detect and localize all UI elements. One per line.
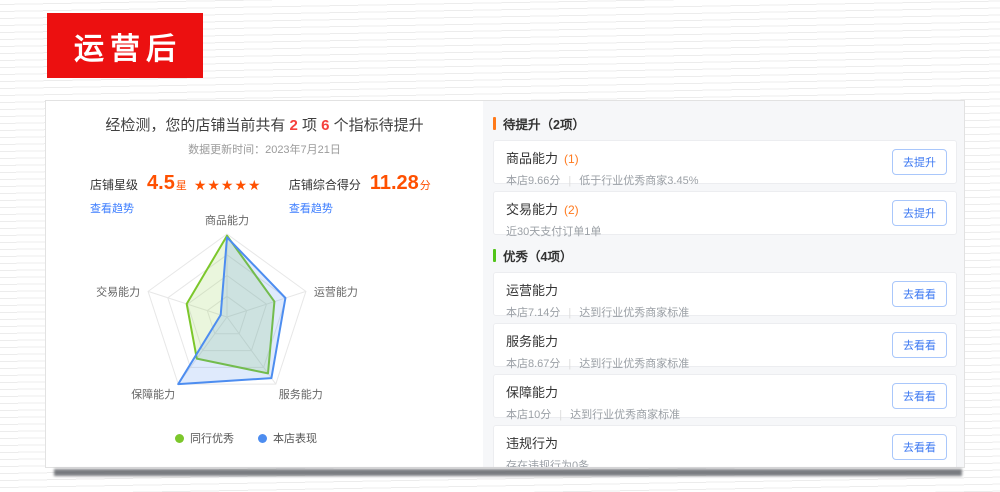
radar-axis-label: 服务能力 <box>279 387 323 401</box>
summary-text: 个指标待提升 <box>330 117 424 134</box>
indicator-name: 运营能力 <box>506 280 944 299</box>
indicator-name: 服务能力 <box>506 331 944 350</box>
indicator-action-button[interactable]: 去看看 <box>892 332 947 358</box>
radar-axis-label: 商品能力 <box>205 213 249 227</box>
legend-label: 同行优秀 <box>190 430 234 446</box>
star-icons: ★★★★★ <box>194 176 272 194</box>
summary-text: 项 <box>298 117 321 134</box>
indicator-list-section: 待提升（2项）商品能力(1)本店9.66分|低于行业优秀商家3.45%去提升交易… <box>483 101 964 467</box>
section-title: 待提升（2项） <box>503 114 585 133</box>
description-divider: | <box>559 409 562 421</box>
indicator-score-text: 存在违规行为0条 <box>506 460 589 467</box>
indicator-score-text: 近30天支付订单1单 <box>506 226 601 238</box>
indicator-action-button[interactable]: 去提升 <box>892 149 947 175</box>
star-rating-unit: 星 <box>176 177 187 193</box>
overview-section: 经检测，您的店铺当前共有 2 项 6 个指标待提升 数据更新时间：2023年7月… <box>46 101 483 467</box>
radar-axis-label: 交易能力 <box>96 284 140 298</box>
section-header: 待提升（2项） <box>493 114 957 133</box>
section-accent-bar <box>493 117 496 130</box>
stage-label-badge: 运营后 <box>47 13 203 78</box>
indicator-score-text: 本店8.67分 <box>506 358 560 370</box>
indicator-description: 本店10分 | 达到行业优秀商家标准 <box>506 406 944 422</box>
legend-label: 本店表现 <box>273 430 317 446</box>
composite-score-unit: 分 <box>420 177 431 193</box>
section-accent-bar <box>493 249 496 262</box>
indicator-benchmark-text: 达到行业优秀商家标准 <box>579 358 689 370</box>
indicator-action-button[interactable]: 去提升 <box>892 200 947 226</box>
indicator-description: 存在违规行为0条 <box>506 457 944 467</box>
indicator-card: 保障能力本店10分 | 达到行业优秀商家标准 去看看 <box>493 374 957 418</box>
description-divider: | <box>568 307 571 319</box>
indicator-benchmark-text: 达到行业优秀商家标准 <box>579 307 689 319</box>
legend-item[interactable]: 本店表现 <box>258 430 317 446</box>
indicator-action-button[interactable]: 去看看 <box>892 434 947 460</box>
indicator-card: 运营能力本店7.14分 | 达到行业优秀商家标准 去看看 <box>493 272 957 316</box>
indicator-score-text: 本店9.66分 <box>506 175 560 187</box>
indicator-score-text: 本店10分 <box>506 409 551 421</box>
radar-chart: 商品能力运营能力服务能力 保障能力 交易能力 <box>46 204 483 430</box>
indicator-score-text: 本店7.14分 <box>506 307 560 319</box>
chart-legend: 同行优秀 本店表现 <box>175 430 317 446</box>
indicator-card: 交易能力(2) 近30天支付订单1单 去提升 <box>493 191 957 235</box>
indicator-name: 违规行为 <box>506 433 944 452</box>
indicator-description: 本店7.14分 | 达到行业优秀商家标准 <box>506 304 944 320</box>
indicator-benchmark-text: 达到行业优秀商家标准 <box>570 409 680 421</box>
indicator-name: 保障能力 <box>506 382 944 401</box>
indicator-card: 违规行为存在违规行为0条 去看看 <box>493 425 957 467</box>
summary-count-highlight: 6 <box>321 117 329 134</box>
summary-text: 经检测，您的店铺当前共有 <box>105 117 289 134</box>
star-rating-label: 店铺星级 <box>90 176 138 193</box>
indicator-benchmark-text: 低于行业优秀商家3.45% <box>579 175 698 187</box>
store-health-panel: 经检测，您的店铺当前共有 2 项 6 个指标待提升 数据更新时间：2023年7月… <box>45 100 965 468</box>
section-title: 优秀（4项） <box>503 246 572 265</box>
indicator-card: 服务能力本店8.67分 | 达到行业优秀商家标准 去看看 <box>493 323 957 367</box>
indicator-card: 商品能力(1) 本店9.66分 | 低于行业优秀商家3.45% 去提升 <box>493 140 957 184</box>
indicator-description: 本店9.66分 | 低于行业优秀商家3.45% <box>506 172 944 188</box>
radar-axis-label: 保障能力 <box>131 387 175 401</box>
indicator-count: (1) <box>564 152 579 166</box>
indicator-description: 近30天支付订单1单 <box>506 223 944 239</box>
indicator-action-button[interactable]: 去看看 <box>892 281 947 307</box>
section-header: 优秀（4项） <box>493 246 957 265</box>
legend-dot-icon <box>258 434 267 443</box>
legend-item[interactable]: 同行优秀 <box>175 430 234 446</box>
indicator-name: 商品能力(1) <box>506 148 944 167</box>
description-divider: | <box>568 358 571 370</box>
indicator-count: (2) <box>564 203 579 217</box>
star-rating-value: 4.5 <box>147 172 175 195</box>
summary-title: 经检测，您的店铺当前共有 2 项 6 个指标待提升 <box>46 114 483 135</box>
radar-axis-label: 运营能力 <box>314 284 358 298</box>
composite-score-value: 11.28 <box>370 172 419 195</box>
summary-count-highlight: 2 <box>289 117 297 134</box>
legend-dot-icon <box>175 434 184 443</box>
indicator-name: 交易能力(2) <box>506 199 944 218</box>
indicator-description: 本店8.67分 | 达到行业优秀商家标准 <box>506 355 944 371</box>
description-divider: | <box>568 175 571 187</box>
data-update-time: 数据更新时间：2023年7月21日 <box>46 141 483 157</box>
composite-score-label: 店铺综合得分 <box>289 176 361 193</box>
indicator-action-button[interactable]: 去看看 <box>892 383 947 409</box>
